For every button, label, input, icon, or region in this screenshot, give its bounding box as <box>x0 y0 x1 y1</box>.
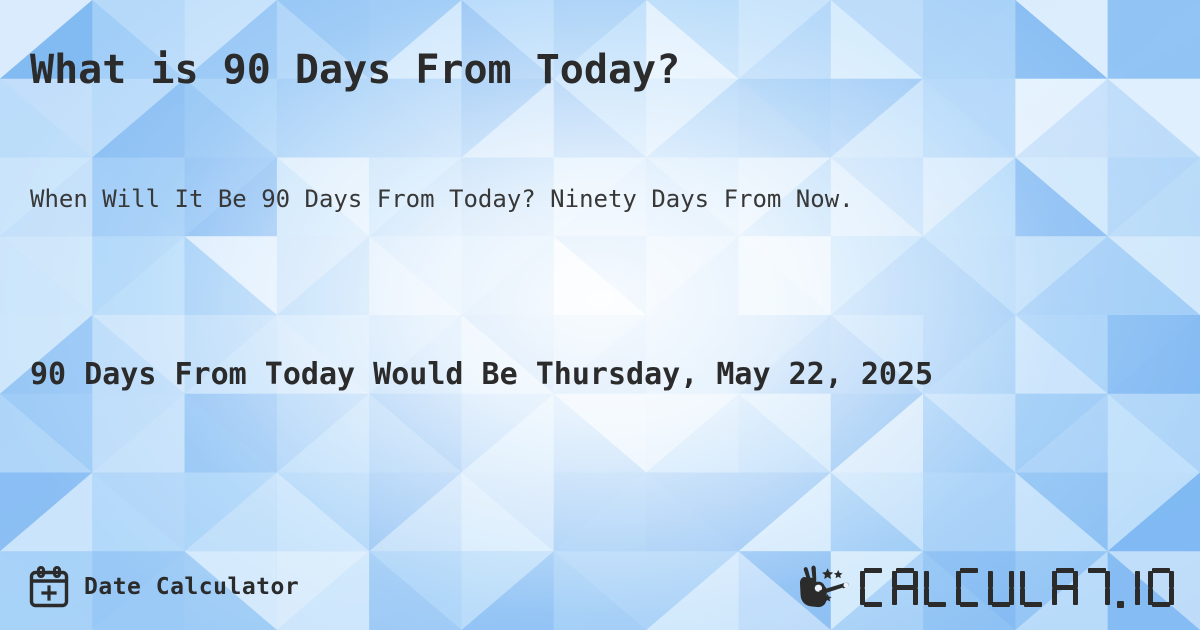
footer: Date Calculator <box>0 534 1200 630</box>
brand-logo[interactable] <box>798 564 1174 610</box>
brand-wordmark <box>860 566 1174 608</box>
calendar-plus-icon <box>28 566 70 608</box>
date-calculator-label: Date Calculator <box>84 574 300 600</box>
answer-text: 90 Days From Today Would Be Thursday, Ma… <box>30 357 934 392</box>
og-image-canvas: What is 90 Days From Today? When Will It… <box>0 0 1200 630</box>
date-calculator-link[interactable]: Date Calculator <box>28 566 299 608</box>
page-subtitle: When Will It Be 90 Days From Today? Nine… <box>30 185 854 213</box>
hand-magic-wand-icon <box>798 564 854 610</box>
page-title: What is 90 Days From Today? <box>30 47 681 93</box>
